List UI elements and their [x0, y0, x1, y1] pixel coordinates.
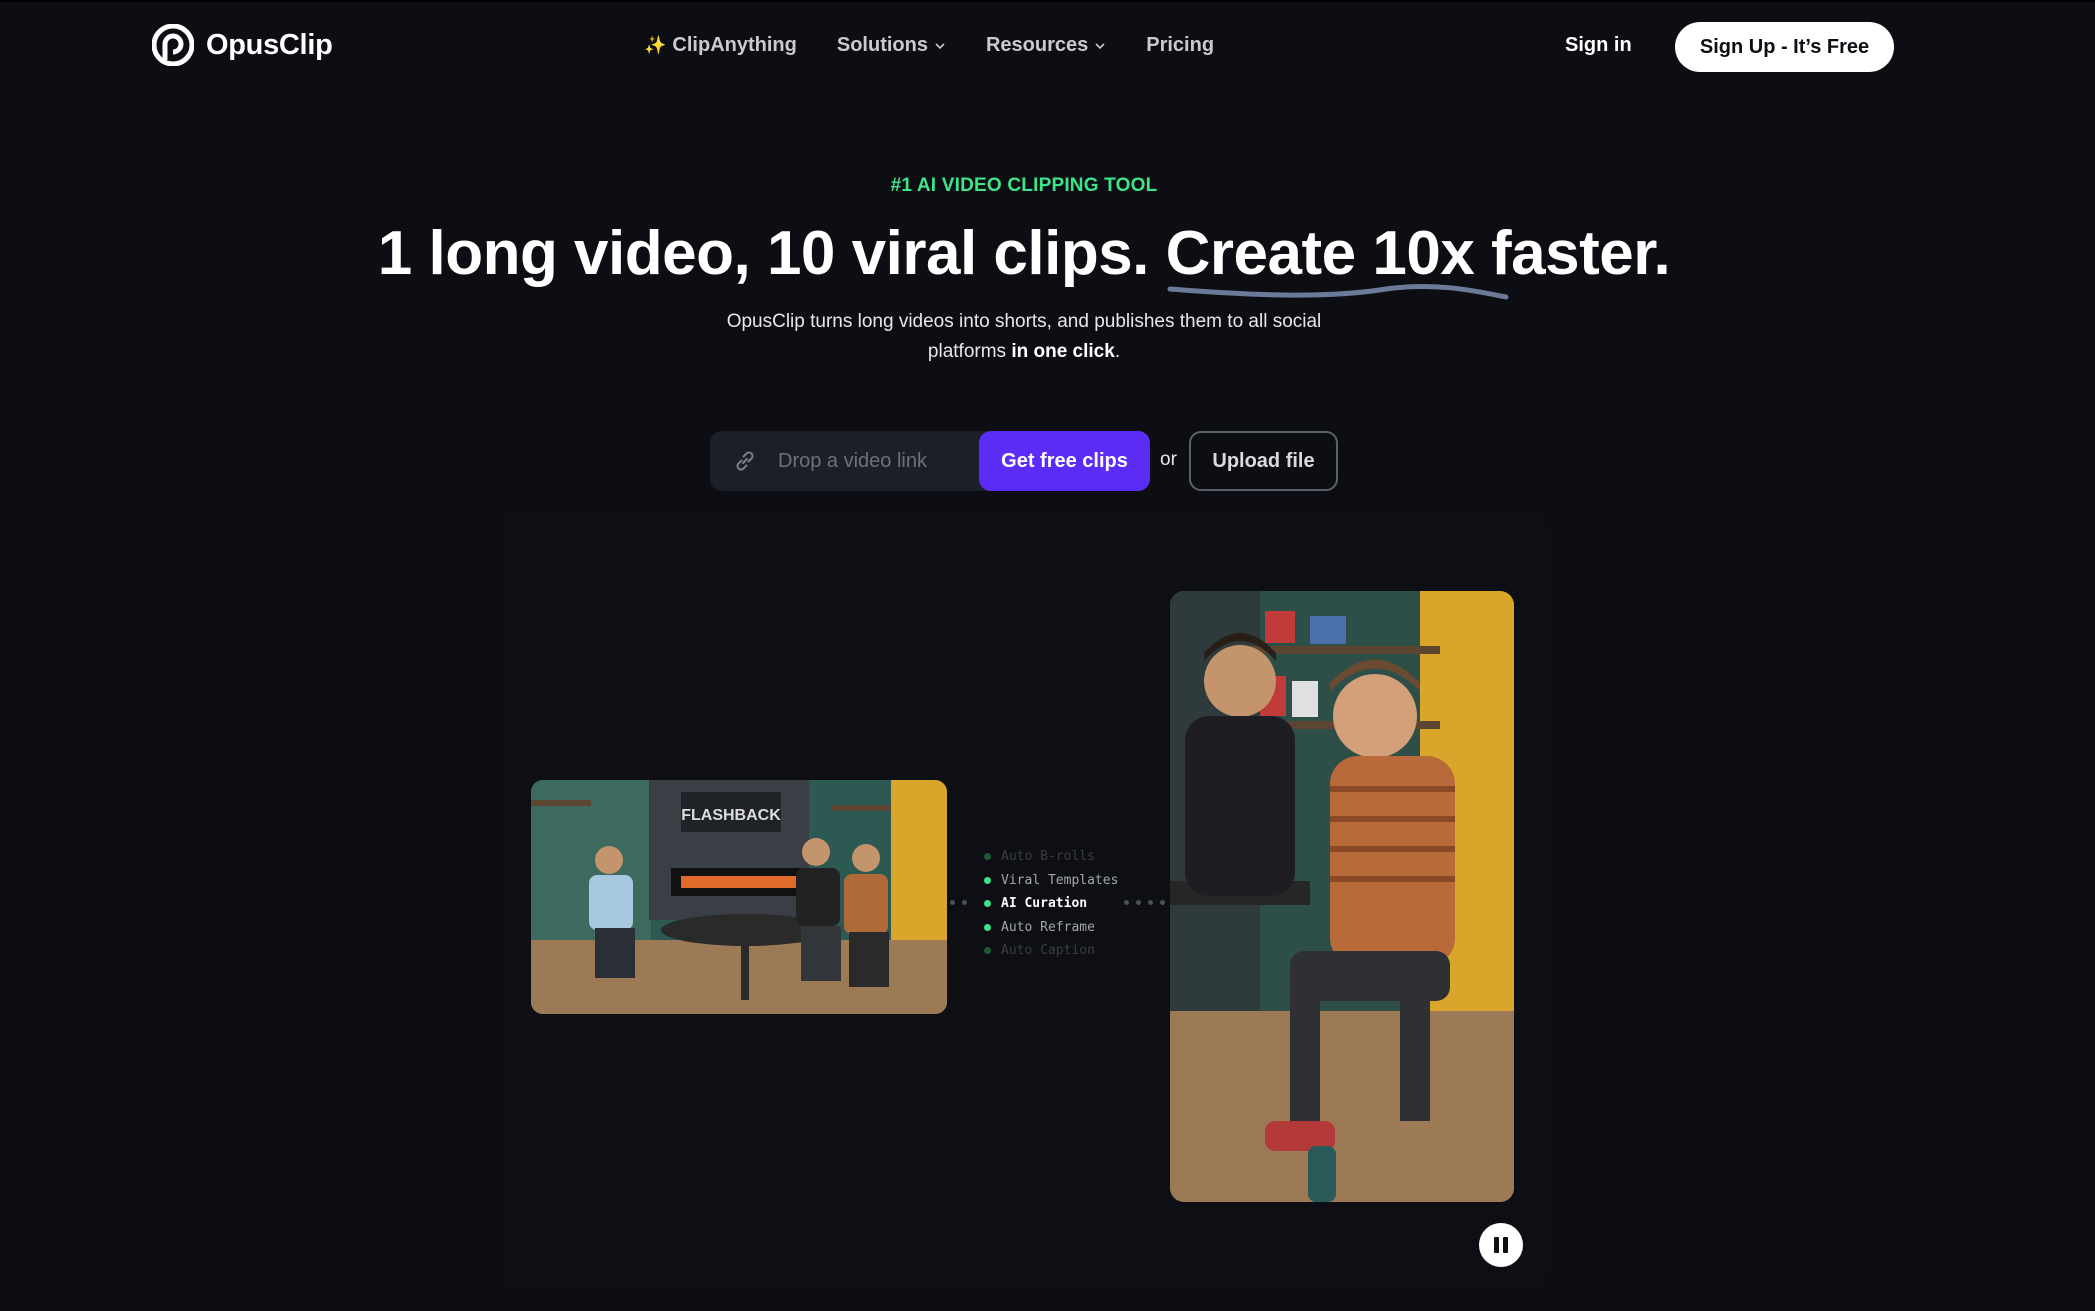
- feature-label: Auto Reframe: [1001, 919, 1095, 935]
- nav-resources-label: Resources: [985, 34, 1089, 56]
- connector-dot: [1148, 899, 1153, 905]
- feature-item: Auto Reframe: [984, 916, 1118, 940]
- or-separator: or: [1160, 449, 1177, 470]
- output-clip-preview: [1170, 591, 1514, 1202]
- nav-pricing[interactable]: Pricing: [1146, 34, 1214, 57]
- feature-label: AI Curation: [1001, 896, 1088, 912]
- connector-dot: [1124, 899, 1129, 905]
- opusclip-logo-icon: [152, 24, 194, 66]
- subtext-emphasis: in one click: [1011, 341, 1115, 362]
- connector-dot: [962, 899, 967, 905]
- sparkle-icon: ✨: [644, 35, 667, 55]
- nav-pricing-label: Pricing: [1146, 34, 1215, 56]
- hero-subtext: OpusClip turns long videos into shorts, …: [0, 307, 2048, 367]
- feature-label: Auto Caption: [1001, 943, 1095, 959]
- hero-eyebrow: #1 AI VIDEO CLIPPING TOOL: [890, 175, 1158, 196]
- swoosh-underline-icon: [1167, 283, 1509, 300]
- status-dot: [984, 853, 991, 861]
- status-dot: [984, 900, 991, 908]
- source-video-thumbnail: FLASHBACK: [531, 780, 947, 1014]
- connector-dot: [1160, 899, 1165, 905]
- nav-solutions-label: Solutions: [836, 34, 928, 56]
- video-link-input[interactable]: [778, 449, 978, 473]
- feature-label: Auto B-rolls: [1001, 849, 1095, 865]
- subtext-line-1: OpusClip turns long videos into shorts, …: [726, 311, 1322, 332]
- link-icon: [736, 451, 754, 471]
- chevron-down-icon: [935, 42, 945, 49]
- subtext-line-2: platforms: [927, 341, 1012, 362]
- top-border: [0, 0, 2095, 2]
- logo[interactable]: OpusClip: [152, 24, 333, 66]
- nav-clipanything-label: ClipAnything: [672, 34, 797, 56]
- sign-in-link[interactable]: Sign in: [1565, 34, 1632, 57]
- pause-button[interactable]: [1479, 1223, 1523, 1267]
- headline-part-1: 1 long video, 10 viral clips.: [377, 219, 1166, 288]
- feature-list: Auto B-rolls Viral Templates AI Curation…: [984, 845, 1118, 963]
- connector-left: [950, 899, 967, 905]
- connector-dot: [1136, 899, 1141, 905]
- nav-solutions[interactable]: Solutions: [837, 34, 946, 57]
- headline-part-2: faster.: [1474, 219, 1671, 288]
- connector-dot: [950, 899, 955, 905]
- nav-resources[interactable]: Resources: [986, 34, 1106, 57]
- feature-label: Viral Templates: [1001, 872, 1119, 888]
- headline-highlight: Create 10x: [1165, 218, 1509, 300]
- feature-item: Auto Caption: [984, 939, 1118, 963]
- main-nav: ✨ ClipAnything Solutions Resources Prici…: [644, 34, 1214, 57]
- hero-headline: 1 long video, 10 viral clips. Create 10x…: [0, 218, 2048, 300]
- feature-item-active: AI Curation: [984, 892, 1118, 916]
- nav-clipanything[interactable]: ✨ ClipAnything: [644, 34, 797, 57]
- svg-text:FLASHBACK: FLASHBACK: [681, 807, 781, 824]
- status-dot: [984, 947, 991, 955]
- chevron-down-icon: [1095, 42, 1105, 49]
- get-free-clips-button[interactable]: Get free clips: [979, 431, 1150, 491]
- upload-file-button[interactable]: Upload file: [1189, 431, 1338, 491]
- pause-icon: [1494, 1237, 1508, 1253]
- subtext-period: .: [1114, 341, 1121, 362]
- feature-item: Auto B-rolls: [984, 845, 1118, 869]
- brand-name: OpusClip: [206, 28, 333, 61]
- sign-up-button[interactable]: Sign Up - It’s Free: [1675, 22, 1894, 72]
- headline-highlight-text: Create 10x: [1165, 219, 1475, 288]
- status-dot: [984, 923, 991, 931]
- status-dot: [984, 876, 991, 884]
- page: OpusClip ✨ ClipAnything Solutions Resour…: [0, 0, 2095, 1311]
- feature-item: Viral Templates: [984, 869, 1118, 893]
